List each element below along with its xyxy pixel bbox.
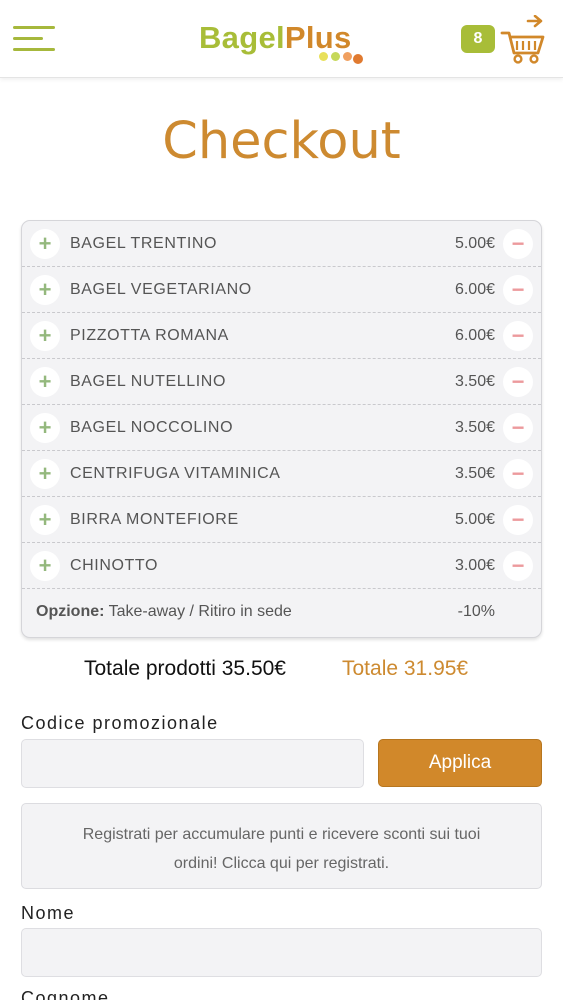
cart-row: + BAGEL VEGETARIANO 6.00€ − xyxy=(22,267,541,313)
minus-icon[interactable]: − xyxy=(503,505,533,535)
cart-icon[interactable] xyxy=(500,14,546,65)
cart-row: + CENTRIFUGA VITAMINICA 3.50€ − xyxy=(22,451,541,497)
minus-icon[interactable]: − xyxy=(503,321,533,351)
cart-count-badge[interactable]: 8 xyxy=(461,25,495,53)
item-name: CENTRIFUGA VITAMINICA xyxy=(70,465,281,482)
hamburger-menu-icon[interactable] xyxy=(13,26,55,56)
option-text: Opzione: Take-away / Ritiro in sede xyxy=(36,603,292,621)
item-price: 3.50€ xyxy=(454,373,495,390)
plus-icon[interactable]: + xyxy=(30,275,60,305)
plus-icon[interactable]: + xyxy=(30,551,60,581)
cart-row: + BAGEL NUTELLINO 3.50€ − xyxy=(22,359,541,405)
apply-button[interactable]: Applica xyxy=(378,739,542,787)
promo-code-input[interactable] xyxy=(21,739,364,788)
minus-icon[interactable]: − xyxy=(503,367,533,397)
option-value: Take-away / Ritiro in sede xyxy=(104,603,292,620)
cart-row: + BIRRA MONTEFIORE 5.00€ − xyxy=(22,497,541,543)
products-total: Totale prodotti 35.50€ xyxy=(84,657,286,680)
plus-icon[interactable]: + xyxy=(30,413,60,443)
minus-icon[interactable]: − xyxy=(503,459,533,489)
minus-icon[interactable]: − xyxy=(503,413,533,443)
option-label: Opzione: xyxy=(36,603,105,620)
minus-icon[interactable]: − xyxy=(503,551,533,581)
item-name: CHINOTTO xyxy=(70,557,159,574)
plus-icon[interactable]: + xyxy=(30,367,60,397)
final-total: Totale 31.95€ xyxy=(342,657,469,680)
plus-icon[interactable]: + xyxy=(30,229,60,259)
plus-icon[interactable]: + xyxy=(30,321,60,351)
item-price: 5.00€ xyxy=(454,235,495,252)
item-name: BAGEL NOCCOLINO xyxy=(70,419,234,436)
option-row: Opzione: Take-away / Ritiro in sede -10% xyxy=(22,589,541,635)
item-price: 6.00€ xyxy=(454,281,495,298)
cart-row: + CHINOTTO 3.00€ − xyxy=(22,543,541,589)
bagelplus-logo[interactable]: BagelPlus xyxy=(199,20,369,64)
logo-text-plus: Plus xyxy=(284,20,352,55)
option-discount: -10% xyxy=(457,603,495,620)
cart-summary: + BAGEL TRENTINO 5.00€ − + BAGEL VEGETAR… xyxy=(21,220,542,638)
name-input[interactable] xyxy=(21,928,542,977)
logo-text-bagel: Bagel xyxy=(199,20,285,55)
plus-icon[interactable]: + xyxy=(30,505,60,535)
page-title: Checkout xyxy=(162,112,401,171)
item-name: BAGEL VEGETARIANO xyxy=(70,281,252,298)
minus-icon[interactable]: − xyxy=(503,275,533,305)
plus-icon[interactable]: + xyxy=(30,459,60,489)
cart-row: + PIZZOTTA ROMANA 6.00€ − xyxy=(22,313,541,359)
surname-label: Cognome xyxy=(21,988,110,1000)
register-prompt[interactable]: Registrati per accumulare punti e riceve… xyxy=(21,803,542,889)
item-name: BAGEL NUTELLINO xyxy=(70,373,227,390)
item-name: BAGEL TRENTINO xyxy=(70,235,218,252)
item-name: BIRRA MONTEFIORE xyxy=(70,511,239,528)
top-header: BagelPlus 8 xyxy=(0,0,563,78)
item-price: 5.00€ xyxy=(454,511,495,528)
cart-row: + BAGEL NOCCOLINO 3.50€ − xyxy=(22,405,541,451)
cart-row: + BAGEL TRENTINO 5.00€ − xyxy=(22,221,541,267)
item-price: 3.50€ xyxy=(454,419,495,436)
item-name: PIZZOTTA ROMANA xyxy=(70,327,229,344)
item-price: 6.00€ xyxy=(454,327,495,344)
minus-icon[interactable]: − xyxy=(503,229,533,259)
promo-code-label: Codice promozionale xyxy=(21,713,219,733)
name-label: Nome xyxy=(21,903,76,923)
item-price: 3.00€ xyxy=(454,557,495,574)
logo-dots-icon xyxy=(319,52,369,64)
totals: Totale prodotti 35.50€ Totale 31.95€ xyxy=(0,657,563,687)
item-price: 3.50€ xyxy=(454,465,495,482)
